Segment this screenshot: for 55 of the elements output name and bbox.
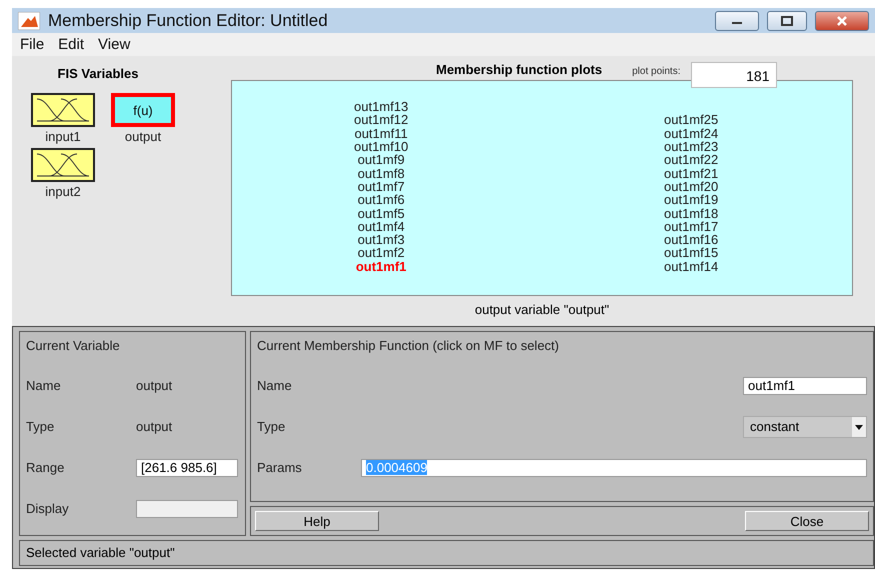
plot-caption: output variable "output" bbox=[474, 302, 610, 317]
field-value: output bbox=[136, 378, 172, 393]
mf-label[interactable]: out1mf7 bbox=[358, 180, 405, 194]
mf-name-field[interactable]: out1mf1 bbox=[743, 376, 867, 394]
variable-label: input1 bbox=[45, 129, 81, 144]
mf-label[interactable]: out1mf18 bbox=[664, 206, 718, 220]
mf-label[interactable]: out1mf21 bbox=[664, 166, 718, 180]
panel-title: Current Membership Function (click on MF to select) bbox=[257, 338, 560, 353]
panel-title: Current Variable bbox=[26, 338, 121, 353]
field-value: output bbox=[136, 419, 172, 434]
field-label: Display bbox=[26, 501, 70, 516]
mf-label[interactable]: out1mf10 bbox=[354, 140, 408, 154]
mf-label[interactable]: out1mf4 bbox=[358, 220, 405, 234]
window-title: Membership Function Editor: Untitled bbox=[48, 10, 329, 30]
variable-label: output bbox=[124, 129, 162, 144]
mf-label[interactable]: out1mf13 bbox=[354, 100, 408, 114]
mf-label[interactable]: out1mf3 bbox=[358, 233, 405, 246]
mf-label[interactable]: out1mf9 bbox=[358, 153, 405, 167]
field-label: Params bbox=[257, 460, 303, 475]
variable-label: input2 bbox=[45, 184, 81, 199]
range-field[interactable]: [261.6 985.6] bbox=[136, 458, 238, 476]
mf-label[interactable]: out1mf23 bbox=[664, 140, 718, 154]
plot-points-field[interactable]: 181 bbox=[690, 62, 776, 88]
mf-label[interactable]: out1mf25 bbox=[664, 113, 718, 127]
mf-label[interactable]: out1mf14 bbox=[664, 260, 718, 273]
mf-label[interactable]: out1mf11 bbox=[354, 126, 408, 140]
mf-label[interactable]: out1mf1 bbox=[356, 260, 406, 273]
field-label: Range bbox=[26, 460, 66, 475]
menu-item[interactable]: File bbox=[20, 36, 44, 53]
menu-item[interactable]: View bbox=[98, 36, 130, 53]
mf-label[interactable]: out1mf16 bbox=[664, 233, 718, 246]
mf-label[interactable]: out1mf24 bbox=[664, 126, 718, 140]
mf-label[interactable]: out1mf15 bbox=[664, 246, 718, 260]
field-label: Name bbox=[26, 378, 62, 393]
mf-label[interactable]: out1mf20 bbox=[664, 180, 718, 194]
status-bar: Selected variable "output" bbox=[19, 540, 874, 566]
mf-label[interactable]: out1mf22 bbox=[664, 153, 718, 167]
mf-label[interactable]: out1mf5 bbox=[358, 206, 405, 220]
field-label: Type bbox=[26, 419, 56, 434]
mf-label[interactable]: out1mf19 bbox=[664, 193, 718, 207]
fis-variables-title: FIS Variables bbox=[56, 66, 140, 81]
plot-points-label: plot points: bbox=[632, 66, 680, 77]
output-variable-block[interactable]: f(u) bbox=[111, 93, 175, 127]
mf-type-dropdown[interactable]: constant bbox=[743, 416, 867, 438]
help-button[interactable]: Help bbox=[255, 511, 379, 531]
mf-label[interactable]: out1mf12 bbox=[354, 113, 408, 127]
close-button[interactable]: Close bbox=[745, 511, 869, 531]
menu-item[interactable]: Edit bbox=[58, 36, 84, 53]
mf-label[interactable]: out1mf6 bbox=[358, 193, 405, 207]
mf-label[interactable]: out1mf17 bbox=[664, 220, 718, 234]
plots-title: Membership function plots bbox=[436, 62, 602, 77]
mf-label[interactable]: out1mf8 bbox=[358, 166, 405, 180]
field-label: Type bbox=[257, 419, 286, 434]
field-label: Name bbox=[257, 378, 293, 393]
mf-label[interactable]: out1mf2 bbox=[358, 246, 405, 260]
